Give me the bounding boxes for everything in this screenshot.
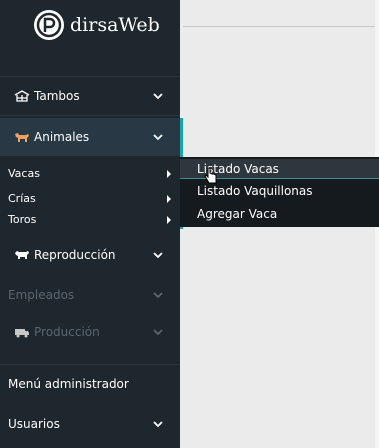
menu-item-label: Agregar Vaca xyxy=(197,206,278,221)
chevron-down-icon xyxy=(153,252,163,259)
submenu-item-crias[interactable]: Crías xyxy=(0,190,180,207)
divider xyxy=(0,115,180,116)
sidebar-item-label: Tambos xyxy=(34,89,80,103)
submenu-label: Vacas xyxy=(8,167,40,180)
caret-right-icon xyxy=(167,194,171,203)
sidebar-item-animales[interactable]: Animales xyxy=(0,118,180,156)
submenu-label: Toros xyxy=(8,213,37,226)
sidebar-item-label: Animales xyxy=(34,130,90,144)
milk-truck-icon xyxy=(15,329,29,338)
chevron-down-icon xyxy=(153,93,163,100)
logo[interactable]: dirsaWeb xyxy=(0,0,180,76)
sidebar-item-empleados[interactable]: Empleados xyxy=(0,276,180,314)
sidebar-item-label: Producción xyxy=(34,325,100,339)
sidebar-item-label: Reproducción xyxy=(34,248,116,262)
menu-item-label: Listado Vaquillonas xyxy=(197,183,313,198)
divider xyxy=(0,364,180,365)
brand-name: dirsaWeb xyxy=(70,14,160,36)
submenu-label: Crías xyxy=(8,192,36,205)
chevron-down-icon xyxy=(153,292,163,299)
chevron-down-icon xyxy=(153,134,163,141)
chevron-down-icon xyxy=(153,329,163,336)
caret-right-icon xyxy=(167,215,171,224)
submenu-item-vacas[interactable]: Vacas xyxy=(0,165,180,182)
sidebar-item-label: Empleados xyxy=(8,288,75,302)
sidebar-item-usuarios[interactable]: Usuarios xyxy=(0,405,180,443)
caret-right-icon xyxy=(167,169,171,178)
sidebar-item-label: Usuarios xyxy=(8,417,60,431)
sidebar: dirsaWeb Tambos Animales Vacas Crías Tor… xyxy=(0,0,183,448)
bull-icon xyxy=(15,251,29,259)
logo-mark-icon xyxy=(34,10,64,40)
hand-pointer-icon xyxy=(204,167,217,184)
menu-item-agregar-vaca[interactable]: Agregar Vaca xyxy=(180,204,379,223)
cow-icon xyxy=(15,133,29,142)
barn-icon xyxy=(14,90,30,102)
admin-menu-heading: Menú administrador xyxy=(8,377,129,391)
chevron-down-icon xyxy=(153,421,163,428)
header-rule xyxy=(183,26,379,27)
sidebar-item-produccion[interactable]: Producción xyxy=(0,313,180,351)
sidebar-item-reproduccion[interactable]: Reproducción xyxy=(0,236,180,274)
sidebar-item-tambos[interactable]: Tambos xyxy=(0,77,180,115)
submenu-item-toros[interactable]: Toros xyxy=(0,211,180,228)
